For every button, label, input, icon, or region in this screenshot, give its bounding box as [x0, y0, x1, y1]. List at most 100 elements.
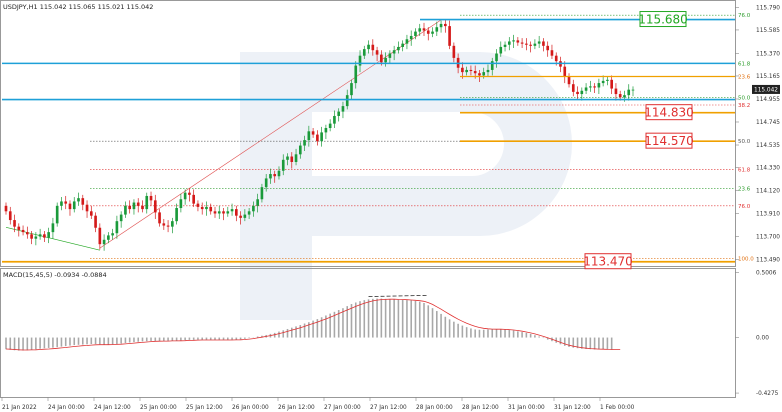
candle-body: [115, 221, 119, 234]
fib-label: 76.0: [738, 13, 751, 19]
candle-body: [316, 134, 319, 142]
candle-body: [392, 50, 396, 54]
candle-body: [43, 234, 46, 238]
candle-body: [38, 234, 42, 237]
candle-body: [256, 199, 259, 206]
candle-body: [444, 23, 447, 27]
candle-body: [290, 156, 294, 162]
price-axis: 115.790 115.585 115.370 115.165 114.955 114.7…: [735, 5, 780, 264]
candle-body: [435, 27, 439, 32]
candle-body: [264, 178, 268, 188]
candle-body: [405, 39, 409, 44]
candle-body: [51, 223, 55, 233]
candle-body: [94, 215, 97, 228]
candle-body: [205, 206, 208, 210]
x-tick-label: 27 Jan 12:00: [370, 405, 407, 411]
candle-body: [328, 123, 332, 129]
candle-body: [576, 91, 579, 95]
candle-body: [72, 201, 76, 210]
candle-body: [26, 232, 29, 235]
candle-body: [85, 204, 89, 212]
x-tick-label: 26 Jan 00:00: [232, 405, 269, 411]
y-tick-label: 114.120: [756, 188, 780, 194]
candle-body: [516, 40, 520, 43]
candle-body: [631, 89, 635, 91]
candle-body: [252, 205, 255, 212]
candle-body: [124, 205, 127, 215]
candle-body: [188, 192, 191, 195]
macd-tick-label: 0.00: [756, 336, 769, 342]
candle-body: [30, 234, 33, 239]
candle-body: [192, 194, 195, 204]
candle-body: [333, 115, 336, 124]
candle-body: [141, 205, 144, 210]
candle-body: [584, 87, 588, 91]
candle-body: [469, 69, 473, 72]
macd-tick-label: 0.5006: [756, 271, 777, 277]
price-label: 114.570: [644, 134, 694, 148]
candle-body: [311, 131, 315, 135]
candle-body: [341, 106, 345, 112]
candle-body: [490, 61, 494, 70]
fib-label: 50.0: [738, 139, 751, 145]
candle-body: [209, 206, 213, 212]
x-tick-label: 31 Jan 00:00: [508, 405, 545, 411]
candle-body: [465, 69, 468, 73]
candle-body: [337, 111, 341, 116]
candle-body: [200, 206, 204, 210]
candle-body: [107, 235, 110, 240]
candle-body: [426, 30, 430, 34]
candle-body: [486, 69, 490, 73]
candle-body: [89, 211, 93, 216]
candle-body: [269, 174, 272, 179]
candle-body: [418, 28, 422, 32]
candle-body: [162, 223, 166, 226]
candle-body: [21, 229, 25, 233]
candle-body: [132, 202, 136, 210]
time-axis: 21 Jan 2022 24 Jan 00:00 24 Jan 12:00 25 Ja…: [1, 397, 635, 411]
candle-body: [397, 46, 400, 51]
candle-body: [158, 212, 161, 224]
candle-body: [102, 239, 106, 245]
candle-body: [525, 43, 528, 45]
fib-label: 50.0: [738, 95, 751, 101]
y-tick-label: 114.745: [756, 120, 780, 126]
candle-body: [64, 201, 68, 204]
candle-body: [589, 86, 592, 88]
candle-body: [98, 227, 102, 245]
candle-body: [17, 226, 21, 230]
candle-body: [512, 40, 515, 42]
candle-body: [623, 95, 626, 98]
x-tick-label: 28 Jan 00:00: [416, 405, 453, 411]
candle-body: [409, 35, 413, 40]
candle-body: [503, 44, 507, 47]
y-tick-label: 113.490: [756, 258, 780, 264]
candle-body: [563, 66, 567, 77]
fib-label: 61.8: [738, 168, 751, 174]
macd-tick-label: -0.4275: [756, 391, 779, 397]
candle-body: [286, 156, 289, 160]
fib-label: 38.2: [738, 103, 750, 109]
candle-body: [618, 94, 622, 98]
candle-body: [542, 41, 545, 46]
candle-body: [533, 43, 537, 46]
candle-body: [601, 80, 605, 84]
candle-body: [606, 79, 609, 81]
candle-body: [175, 208, 178, 222]
candle-body: [222, 211, 225, 214]
candle-body: [303, 140, 306, 146]
candle-body: [473, 71, 477, 74]
y-tick-label: 114.535: [756, 143, 780, 149]
candle-body: [537, 41, 541, 44]
x-tick-label: 25 Jan 00:00: [140, 405, 177, 411]
candle-body: [196, 203, 200, 207]
candle-body: [461, 67, 464, 73]
x-tick-label: 28 Jan 12:00: [462, 405, 499, 411]
candle-body: [8, 211, 12, 221]
candle-body: [235, 209, 238, 216]
fib-label: 100.0: [738, 256, 754, 262]
candle-body: [247, 211, 251, 215]
candle-body: [4, 205, 8, 212]
candle-body: [213, 211, 217, 214]
candle-body: [482, 72, 486, 76]
